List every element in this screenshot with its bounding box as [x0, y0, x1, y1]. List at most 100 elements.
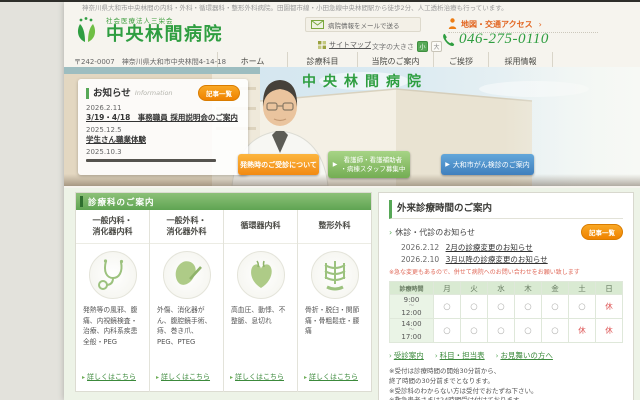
hospital-address: 〒242-0007 神奈川県大和市中央林間4-14-18	[74, 57, 226, 67]
departments-section: 診療科のご案内 一般内科・消化器内科	[75, 192, 372, 392]
person-icon	[448, 18, 457, 30]
map-access-label: 地図・交通アクセス	[461, 19, 533, 30]
arrow-icon: ▸	[156, 374, 159, 381]
fever-visit-button[interactable]: 発熱時のご受診について	[238, 154, 319, 175]
closure-notice-title: 休診・代診のお知らせ	[395, 227, 475, 238]
font-size-control: 文字の大きさ 小 大	[372, 41, 442, 52]
dept-description: 発熱等の風邪、腹痛、内視鏡検査・治療、内科系疾患全般・PEG	[76, 303, 149, 347]
news-item: 2025.10.3	[86, 148, 240, 162]
schedule-cell: ○	[569, 295, 596, 319]
schedule-cell: ○	[515, 295, 542, 319]
schedule-cell: ○	[488, 295, 515, 319]
cancer-screening-button[interactable]: ▶ 大和市がん検診のご案内	[441, 154, 534, 175]
sitemap-link[interactable]: サイトマップ	[318, 40, 371, 50]
notice-link[interactable]: 2月の診療変更のお知らせ	[446, 243, 533, 252]
dept-more-link[interactable]: ▸詳しくはこちら	[224, 372, 297, 392]
envelope-icon	[311, 20, 324, 29]
doctor-schedule-link[interactable]: ›科目・担当表	[435, 350, 485, 361]
content-area: 診療科のご案内 一般内科・消化器内科	[64, 188, 640, 400]
news-list-button[interactable]: 記事一覧	[198, 85, 240, 101]
schedule-cell: 休	[569, 319, 596, 343]
day-header: 土	[569, 282, 596, 295]
dept-title: 整形外科	[298, 210, 371, 244]
font-large-button[interactable]: 大	[431, 41, 442, 52]
news-panel: お知らせ Information 記事一覧 2026.2.11 3/19・4/1…	[78, 79, 248, 175]
schedule-cell: ○	[461, 295, 488, 319]
schedule-cell: ○	[461, 319, 488, 343]
schedule-cell: ○	[434, 295, 461, 319]
header: 社会医療法人三栄会 中央林間病院 病院情報をメールで送る 地図・交通アクセス ›	[64, 12, 640, 52]
news-link[interactable]: 3/19・4/18 事務職員 採用説明会のご案内	[86, 113, 240, 123]
dept-more-link[interactable]: ▸詳しくはこちら	[298, 372, 371, 392]
site-container: 神奈川県大和市中央林間の内科・外科・循環器科・整形外科病院。田園都市線・小田急線…	[64, 2, 640, 400]
dept-title: 循環器内科	[224, 210, 297, 244]
news-date: 2026.2.11	[86, 104, 240, 113]
site-logo[interactable]: 社会医療法人三栄会 中央林間病院	[72, 15, 223, 45]
schedule-cell: ○	[515, 319, 542, 343]
departments-title: 診療科のご案内	[88, 196, 155, 208]
schedule-cell: ○	[434, 319, 461, 343]
schedule-cell: 休	[596, 295, 623, 319]
change-warning-note: ※急な変更もあるので、併せて病院へのお問い合わせをお願い致します	[389, 267, 623, 276]
arrow-icon: ▶	[445, 161, 450, 168]
notice-date: 2026.2.10	[401, 255, 439, 264]
visitors-link[interactable]: ›お見舞いの方へ	[496, 350, 553, 361]
dept-title: 一般内科・消化器内科	[76, 210, 149, 244]
phone-number: 046-275-0110	[459, 31, 549, 48]
mail-info-button[interactable]: 病院情報をメールで送る	[305, 17, 421, 32]
staff-recruit-button[interactable]: ▶ 看護師・看護補助者・病棟スタッフ募集中	[328, 151, 410, 178]
phone-block: 046-275-0110	[442, 31, 549, 48]
news-title-en: Information	[135, 89, 173, 97]
chevron-right-icon: ›	[496, 352, 499, 360]
notice-item: 2026.2.12 2月の診療変更のお知らせ	[401, 242, 623, 254]
notice-date: 2026.2.12	[401, 243, 439, 252]
arrow-icon: ▶	[333, 161, 338, 169]
font-size-label: 文字の大きさ	[372, 42, 414, 52]
news-link[interactable]: 学生さん職業体験	[86, 135, 240, 145]
day-header: 月	[434, 282, 461, 295]
svg-text:中央林間病院: 中央林間病院	[302, 73, 428, 90]
notice-list-button[interactable]: 記事一覧	[581, 224, 623, 240]
chevron-right-icon: ›	[435, 352, 438, 360]
main-banner: 中央林間病院 お知らせ Info	[64, 67, 640, 186]
clipped-news-link	[86, 159, 216, 162]
arrow-icon: ▸	[230, 374, 233, 381]
mail-info-label: 病院情報をメールで送る	[328, 20, 400, 30]
sitemap-label: サイトマップ	[329, 40, 371, 50]
phone-icon	[442, 33, 455, 47]
top-border	[0, 0, 640, 2]
day-header: 水	[488, 282, 515, 295]
schedule-corner: 診療時間	[390, 282, 434, 295]
dept-more-link[interactable]: ▸詳しくはこちら	[76, 372, 149, 392]
heart-icon	[237, 251, 285, 299]
reception-notes: ※受付は診療時間の開始30分前から、 終了時間の30分前までとなります。 ※受診…	[389, 367, 623, 400]
arrow-icon: ▸	[304, 374, 307, 381]
outpatient-hours-section: 外来診療時間のご案内 › 休診・代診のお知らせ 記事一覧 2026.2.12 2…	[378, 192, 634, 400]
stethoscope-icon	[89, 251, 137, 299]
arrow-icon: ▸	[82, 374, 85, 381]
ribcage-icon	[311, 251, 359, 299]
news-title: お知らせ	[86, 88, 131, 99]
notice-link[interactable]: 3月以降の診療変更のお知らせ	[446, 255, 548, 264]
dept-title: 一般外科・消化器外科	[150, 210, 223, 244]
font-small-button[interactable]: 小	[417, 41, 428, 52]
sitemap-icon	[318, 41, 326, 49]
dept-description: 外傷、消化器がん、腹腔鏡手術、痔、巻き爪、PEG、PTEG	[150, 303, 223, 347]
departments-header: 診療科のご案内	[76, 193, 371, 210]
time-slot: 9:00〜12:00	[390, 295, 434, 319]
time-slot: 14:00〜17:00	[390, 319, 434, 343]
news-item: 2026.2.11 3/19・4/18 事務職員 採用説明会のご案内	[86, 104, 240, 123]
dept-more-link[interactable]: ▸詳しくはこちら	[150, 372, 223, 392]
dept-description: 骨折・脱臼・関節痛・骨粗鬆症・腰痛	[298, 303, 371, 337]
chevron-right-icon: ›	[539, 20, 542, 29]
day-header: 金	[542, 282, 569, 295]
dept-card-cardiology: 循環器内科 高血圧、動悸、不整脈、息切れ ▸詳しくはこちら	[223, 210, 297, 392]
visit-guide-link[interactable]: ›受診案内	[389, 350, 424, 361]
news-date: 2025.12.5	[86, 126, 240, 135]
stomach-scalpel-icon	[163, 251, 211, 299]
notice-item: 2026.2.10 3月以降の診療変更のお知らせ	[401, 254, 623, 266]
dept-card-surgery: 一般外科・消化器外科 外傷、消化器がん、腹腔鏡手術、痔、巻き爪、PEG、PTEG…	[149, 210, 223, 392]
logo-leaf-icon	[72, 15, 102, 45]
day-header: 火	[461, 282, 488, 295]
schedule-cell: 休	[596, 319, 623, 343]
